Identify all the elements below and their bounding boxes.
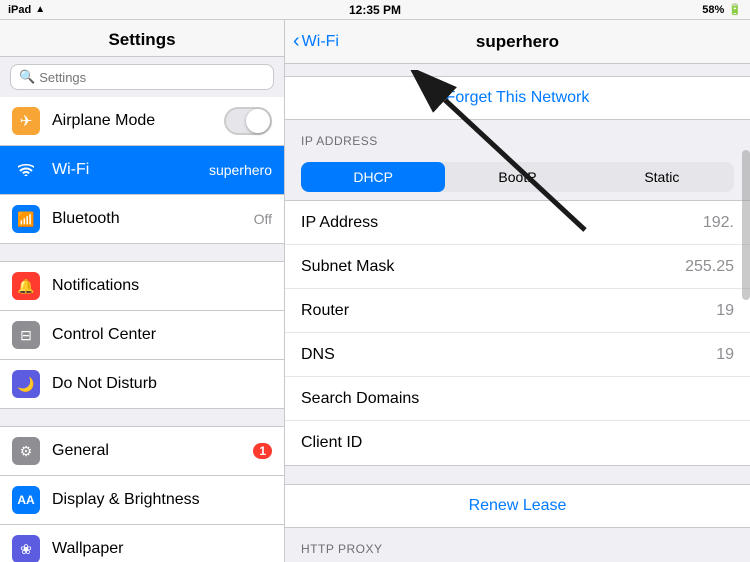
spacer-1	[285, 64, 750, 76]
ip-tab-control: DHCP BootP Static	[301, 162, 734, 192]
wallpaper-icon: ❀	[12, 535, 40, 562]
notifications-icon: 🔔	[12, 272, 40, 300]
ip-tab-bootp[interactable]: BootP	[445, 162, 589, 192]
sidebar: Settings 🔍 ✈ Airplane Mode	[0, 20, 285, 562]
sidebar-item-general[interactable]: ⚙ General 1	[0, 427, 284, 476]
detail-header: ‹ Wi-Fi superhero	[285, 20, 750, 64]
dns-label: DNS	[301, 346, 335, 364]
airplane-label: Airplane Mode	[52, 112, 224, 130]
right-panel: ‹ Wi-Fi superhero Forget This Network IP…	[285, 20, 750, 562]
table-row: Client ID	[285, 421, 750, 465]
renew-lease-label: Renew Lease	[469, 497, 567, 515]
search-input[interactable]	[39, 70, 265, 85]
ip-tab-static[interactable]: Static	[590, 162, 734, 192]
subnet-mask-label: Subnet Mask	[301, 258, 394, 276]
general-icon: ⚙	[12, 437, 40, 465]
ip-address-label: IP Address	[301, 214, 378, 232]
display-icon: AA	[12, 486, 40, 514]
ip-tab-dhcp[interactable]: DHCP	[301, 162, 445, 192]
display-label: Display & Brightness	[52, 491, 272, 509]
sidebar-item-control[interactable]: ⊟ Control Center	[0, 311, 284, 360]
battery-percentage: 58%	[702, 4, 724, 16]
table-row: IP Address 192.	[285, 201, 750, 245]
airplane-toggle[interactable]	[224, 107, 272, 135]
wifi-signal-icon: ▲	[35, 4, 45, 15]
back-label: Wi-Fi	[302, 33, 339, 51]
table-row: Search Domains	[285, 377, 750, 421]
table-row: DNS 19	[285, 333, 750, 377]
sidebar-item-display[interactable]: AA Display & Brightness	[0, 476, 284, 525]
ip-table: IP Address 192. Subnet Mask 255.25 Route…	[285, 200, 750, 466]
general-badge: 1	[253, 443, 272, 459]
divider-2	[0, 409, 284, 427]
table-row: Router 19	[285, 289, 750, 333]
sidebar-item-notifications[interactable]: 🔔 Notifications	[0, 262, 284, 311]
right-wrapper: ‹ Wi-Fi superhero Forget This Network IP…	[285, 20, 750, 562]
subnet-mask-value: 255.25	[685, 258, 734, 276]
status-bar: iPad ▲ 12:35 PM 58% 🔋	[0, 0, 750, 20]
scroll-indicator	[742, 150, 750, 300]
bluetooth-icon: 📶	[12, 205, 40, 233]
sidebar-item-wifi[interactable]: Wi-Fi superhero	[0, 146, 284, 195]
sidebar-search-container: 🔍	[0, 57, 284, 97]
sidebar-list: ✈ Airplane Mode Wi-Fi superhero 📶	[0, 97, 284, 562]
renew-lease-button[interactable]: Renew Lease	[285, 485, 750, 527]
router-label: Router	[301, 302, 349, 320]
status-time: 12:35 PM	[349, 3, 401, 17]
http-proxy-section-header: HTTP PROXY	[285, 528, 750, 562]
battery-icon: 🔋	[728, 3, 742, 16]
airplane-icon: ✈	[12, 107, 40, 135]
donotdisturb-label: Do Not Disturb	[52, 375, 272, 393]
search-domains-label: Search Domains	[301, 390, 419, 408]
sidebar-item-wallpaper[interactable]: ❀ Wallpaper	[0, 525, 284, 562]
forget-network-button[interactable]: Forget This Network	[285, 77, 750, 119]
ipad-label: iPad	[8, 4, 31, 16]
back-button[interactable]: ‹ Wi-Fi	[293, 30, 339, 53]
control-center-label: Control Center	[52, 326, 272, 344]
sidebar-title: Settings	[0, 20, 284, 57]
ip-address-value: 192.	[703, 214, 734, 232]
dns-value: 19	[716, 346, 734, 364]
ip-section-header: IP ADDRESS	[285, 120, 750, 154]
sidebar-item-donotdisturb[interactable]: 🌙 Do Not Disturb	[0, 360, 284, 409]
wifi-value: superhero	[209, 162, 272, 178]
donotdisturb-icon: 🌙	[12, 370, 40, 398]
back-chevron-icon: ‹	[293, 30, 300, 53]
wifi-label: Wi-Fi	[52, 161, 205, 179]
sidebar-item-bluetooth[interactable]: 📶 Bluetooth Off	[0, 195, 284, 244]
wifi-icon	[12, 156, 40, 184]
forget-network-card: Forget This Network	[285, 76, 750, 120]
router-value: 19	[716, 302, 734, 320]
sidebar-item-airplane[interactable]: ✈ Airplane Mode	[0, 97, 284, 146]
detail-title: superhero	[476, 32, 559, 52]
control-center-icon: ⊟	[12, 321, 40, 349]
renew-lease-card: Renew Lease	[285, 484, 750, 528]
bluetooth-label: Bluetooth	[52, 210, 250, 228]
bluetooth-value: Off	[254, 211, 272, 227]
table-row: Subnet Mask 255.25	[285, 245, 750, 289]
forget-network-label: Forget This Network	[446, 89, 590, 107]
wallpaper-label: Wallpaper	[52, 540, 272, 558]
search-icon: 🔍	[19, 69, 35, 85]
detail-content: Forget This Network IP ADDRESS DHCP Boot…	[285, 64, 750, 562]
notifications-label: Notifications	[52, 277, 272, 295]
general-label: General	[52, 442, 249, 460]
divider-1	[0, 244, 284, 262]
client-id-label: Client ID	[301, 434, 362, 452]
